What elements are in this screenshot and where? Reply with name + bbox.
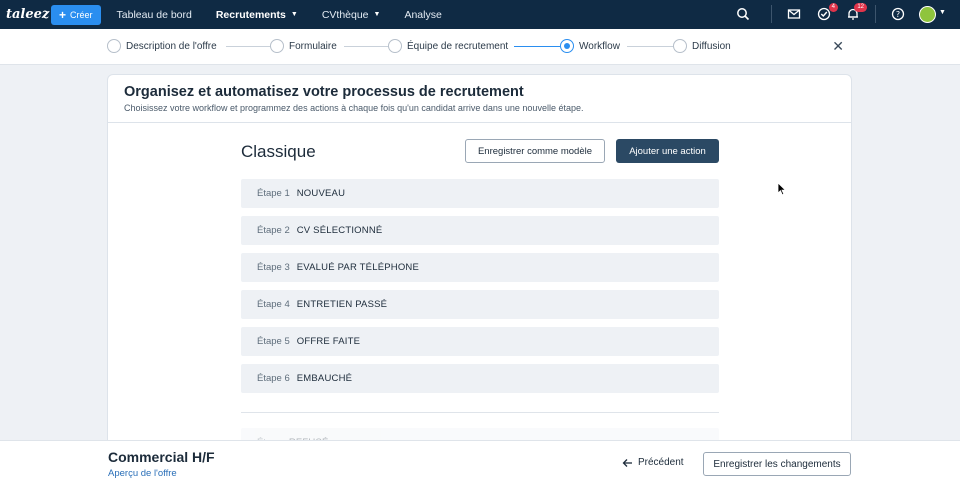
step-label: Description de l'offre [126,40,217,52]
save-changes-button[interactable]: Enregistrer les changements [703,452,851,476]
step-connector [344,46,388,47]
stage-name: OFFRE FAITE [296,336,361,347]
step-circle-icon [107,39,121,53]
stage-name: EMBAUCHÉ [296,373,353,384]
step-label: Formulaire [289,40,337,52]
stage-number: Étape 2 [257,225,290,236]
card-subtitle: Choisissez votre workflow et programmez … [124,103,584,113]
card-title: Organisez et automatisez votre processus… [124,84,524,100]
stage-name: CV SÉLECTIONNÉ [296,225,383,236]
mail-icon[interactable] [786,6,802,22]
step-circle-active-icon [560,39,574,53]
nav-separator [771,5,772,23]
nav-icon-group: 4 12 ? ▼ [0,0,960,29]
notifications-badge: 12 [854,3,867,12]
workflow-card: Organisez et automatisez votre processus… [107,74,852,457]
mouse-cursor-icon [777,182,787,196]
step-connector [627,46,673,47]
stage-row[interactable]: Étape 4 ENTRETIEN PASSÉ [241,290,719,319]
step-formulaire[interactable]: Formulaire [270,39,337,53]
nav-separator [875,5,876,23]
step-description[interactable]: Description de l'offre [107,39,217,53]
step-label: Diffusion [692,40,731,52]
step-circle-icon [270,39,284,53]
top-navbar: taleez + Créer Tableau de bord Recruteme… [0,0,960,29]
stage-number: Étape 3 [257,262,290,273]
job-title: Commercial H/F [108,449,215,465]
stage-name: NOUVEAU [296,188,346,199]
stage-divider [241,412,719,413]
search-icon[interactable] [735,6,751,22]
previous-button[interactable]: Précédent [622,457,684,468]
stage-number: Étape 4 [257,299,290,310]
stage-name: ENTRETIEN PASSÉ [296,299,388,310]
preview-offer-link[interactable]: Aperçu de l'offre [108,468,177,479]
step-connector [226,46,270,47]
stage-name: EVALUÉ PAR TÉLÉPHONE [296,262,420,273]
chevron-down-icon[interactable]: ▼ [939,9,946,16]
stage-row[interactable]: Étape 6 EMBAUCHÉ [241,364,719,393]
stage-row[interactable]: Étape 2 CV SÉLECTIONNÉ [241,216,719,245]
workflow-name: Classique [241,142,316,161]
step-circle-icon [673,39,687,53]
stage-row[interactable]: Étape 3 EVALUÉ PAR TÉLÉPHONE [241,253,719,282]
stage-number: Étape 6 [257,373,290,384]
previous-button-label: Précédent [638,457,684,468]
wizard-stepper: Description de l'offre Formulaire Équipe… [0,29,960,65]
stage-number: Étape 5 [257,336,290,347]
tasks-button[interactable]: 4 [816,3,838,22]
svg-text:?: ? [896,10,900,19]
step-label: Équipe de recrutement [407,40,509,52]
card-header: Organisez et automatisez votre processus… [108,75,851,123]
step-workflow[interactable]: Workflow [560,39,620,53]
stage-row[interactable]: Étape 5 OFFRE FAITE [241,327,719,356]
stage-number: Étape 1 [257,188,290,199]
step-label: Workflow [579,40,620,52]
step-circle-icon [388,39,402,53]
step-diffusion[interactable]: Diffusion [673,39,731,53]
avatar[interactable] [919,6,936,23]
bottom-bar: Commercial H/F Aperçu de l'offre Précéde… [0,440,960,482]
add-action-button[interactable]: Ajouter une action [616,139,719,163]
close-icon[interactable]: ✕ [832,38,844,55]
arrow-left-icon [622,458,632,467]
step-connector [514,46,560,47]
tasks-badge: 4 [828,3,838,12]
step-equipe[interactable]: Équipe de recrutement [388,39,508,53]
notifications-button[interactable]: 12 [845,3,867,22]
help-icon[interactable]: ? [890,6,906,22]
save-template-button[interactable]: Enregistrer comme modèle [465,139,605,163]
stage-row[interactable]: Étape 1 NOUVEAU [241,179,719,208]
